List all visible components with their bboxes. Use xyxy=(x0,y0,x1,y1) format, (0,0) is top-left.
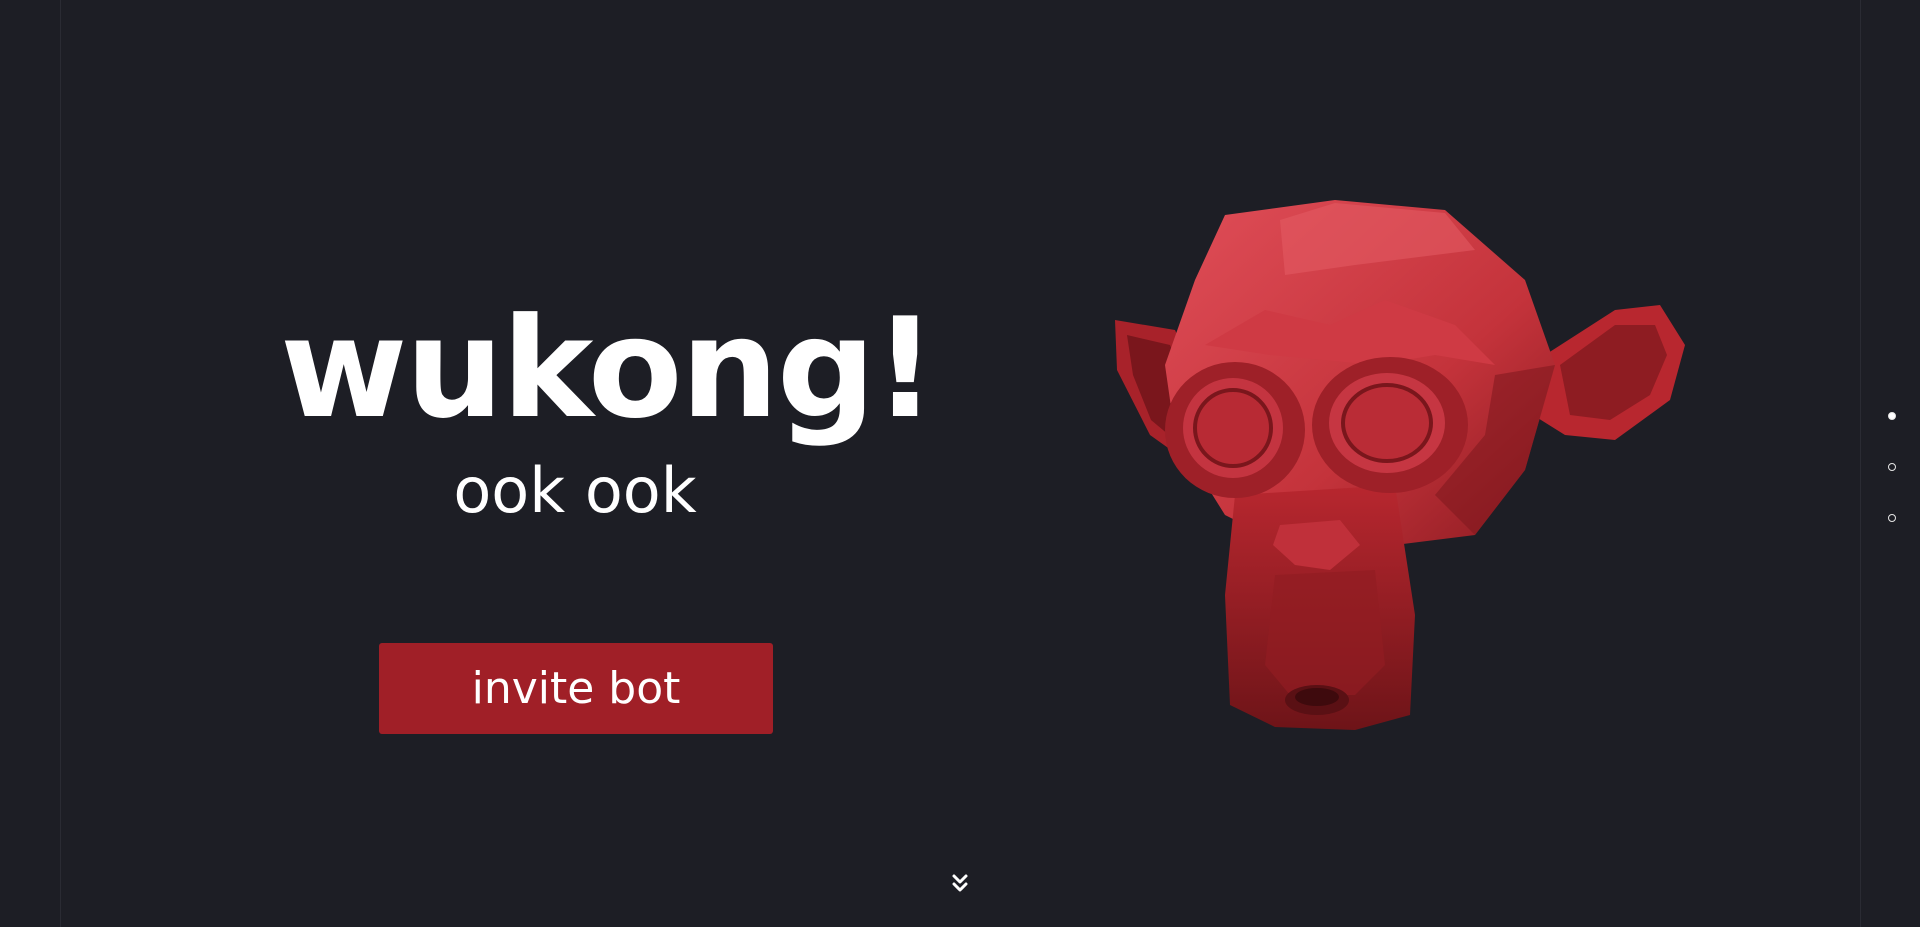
monkey-head-icon xyxy=(1115,200,1685,730)
page-dot-1[interactable] xyxy=(1888,412,1896,420)
left-divider xyxy=(60,0,61,927)
invite-bot-button[interactable]: invite bot xyxy=(379,643,773,734)
hero-title: wukong! xyxy=(280,288,937,449)
page-dot-3[interactable] xyxy=(1888,514,1896,522)
double-chevron-down-icon[interactable] xyxy=(950,872,970,894)
hero-subtitle: ook ook xyxy=(453,454,697,527)
page-dot-2[interactable] xyxy=(1888,463,1896,471)
page-pagination xyxy=(1886,412,1898,565)
right-divider xyxy=(1860,0,1861,927)
hero: wukong! ook ook xyxy=(280,288,937,527)
page: wukong! ook ook invite bot xyxy=(0,0,1920,927)
